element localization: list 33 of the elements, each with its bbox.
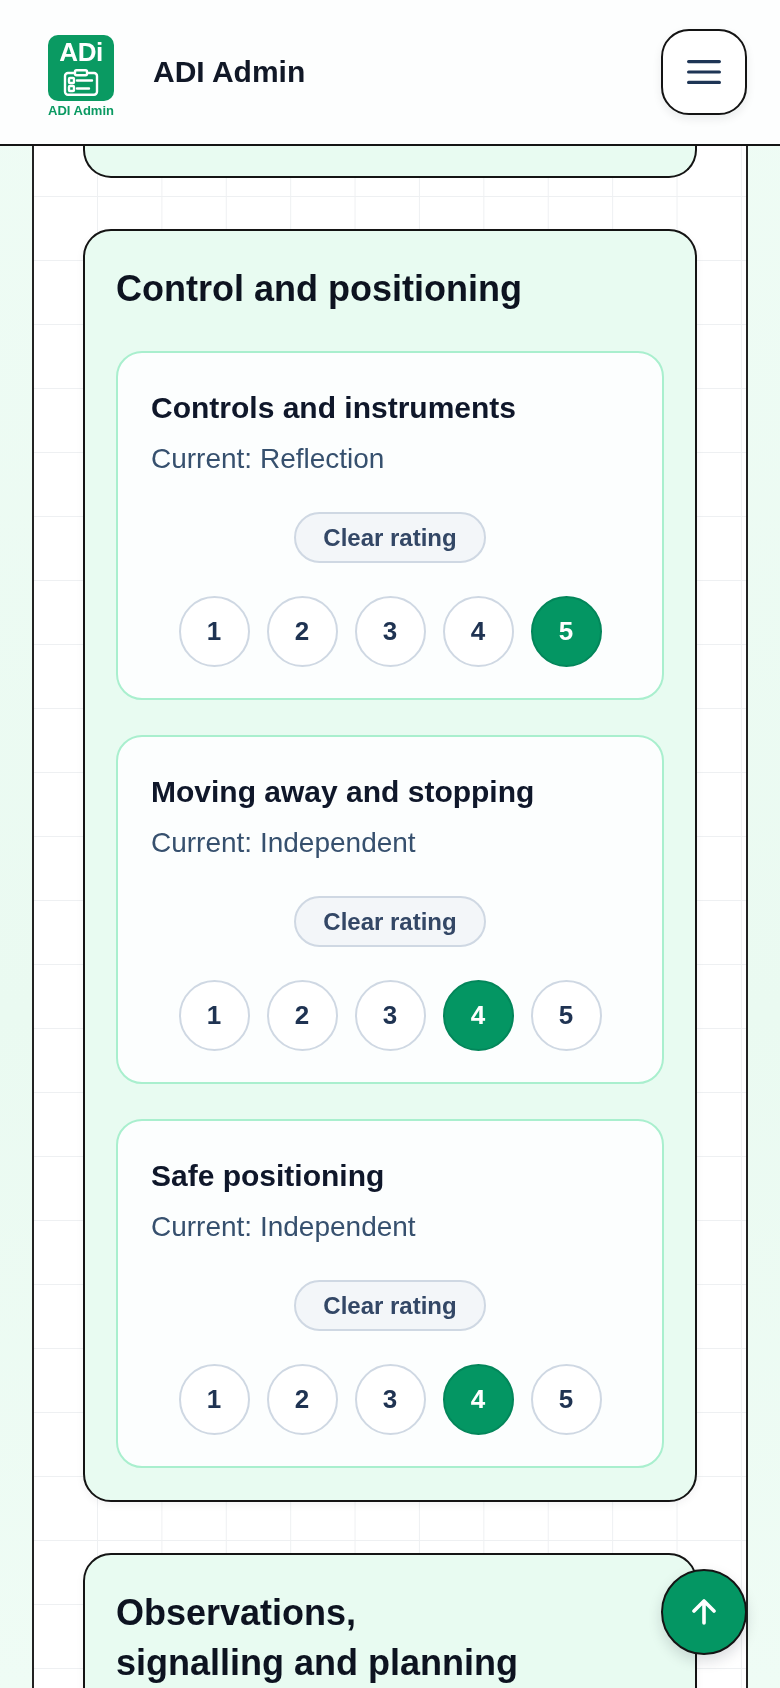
rating-button[interactable]: 1	[178, 980, 250, 1051]
clipboard-icon	[63, 69, 99, 96]
rating-button[interactable]: 2	[266, 1364, 338, 1435]
menu-button[interactable]	[661, 29, 747, 115]
rating-button[interactable]: 4	[442, 1364, 514, 1435]
rating-button[interactable]: 4	[442, 596, 514, 667]
rating-button[interactable]: 3	[354, 980, 426, 1051]
section-title: Observations, signalling and planning	[116, 1591, 519, 1685]
logo-caption: ADI Admin	[48, 103, 114, 119]
skill-title: Safe positioning	[151, 1158, 386, 1194]
current-level-text: Current: Independent	[151, 1210, 417, 1244]
skill-title: Controls and instruments	[151, 390, 518, 426]
logo-lettering: ADi	[59, 38, 103, 66]
rating-button[interactable]: 2	[266, 980, 338, 1051]
rating-button[interactable]: 1	[178, 1364, 250, 1435]
current-level-text: Current: Reflection	[151, 442, 386, 476]
rating-button[interactable]: 5	[530, 980, 602, 1051]
clear-rating-button[interactable]: Clear rating	[294, 512, 486, 563]
section-title: Control and positioning	[116, 267, 523, 311]
skill-title: Moving away and stopping	[151, 774, 536, 810]
current-level-text: Current: Independent	[151, 826, 417, 860]
app-title: ADI Admin	[153, 55, 306, 89]
clear-rating-button[interactable]: Clear rating	[294, 896, 486, 947]
arrow-up-icon	[691, 1599, 717, 1625]
rating-button[interactable]: 3	[354, 596, 426, 667]
rating-button[interactable]: 5	[530, 596, 602, 667]
menu-icon	[687, 60, 721, 84]
rating-button[interactable]: 4	[442, 980, 514, 1051]
rating-button[interactable]: 2	[266, 596, 338, 667]
rating-button[interactable]: 1	[178, 596, 250, 667]
rating-button[interactable]: 5	[530, 1364, 602, 1435]
clear-rating-button[interactable]: Clear rating	[294, 1280, 486, 1331]
rating-button[interactable]: 3	[354, 1364, 426, 1435]
